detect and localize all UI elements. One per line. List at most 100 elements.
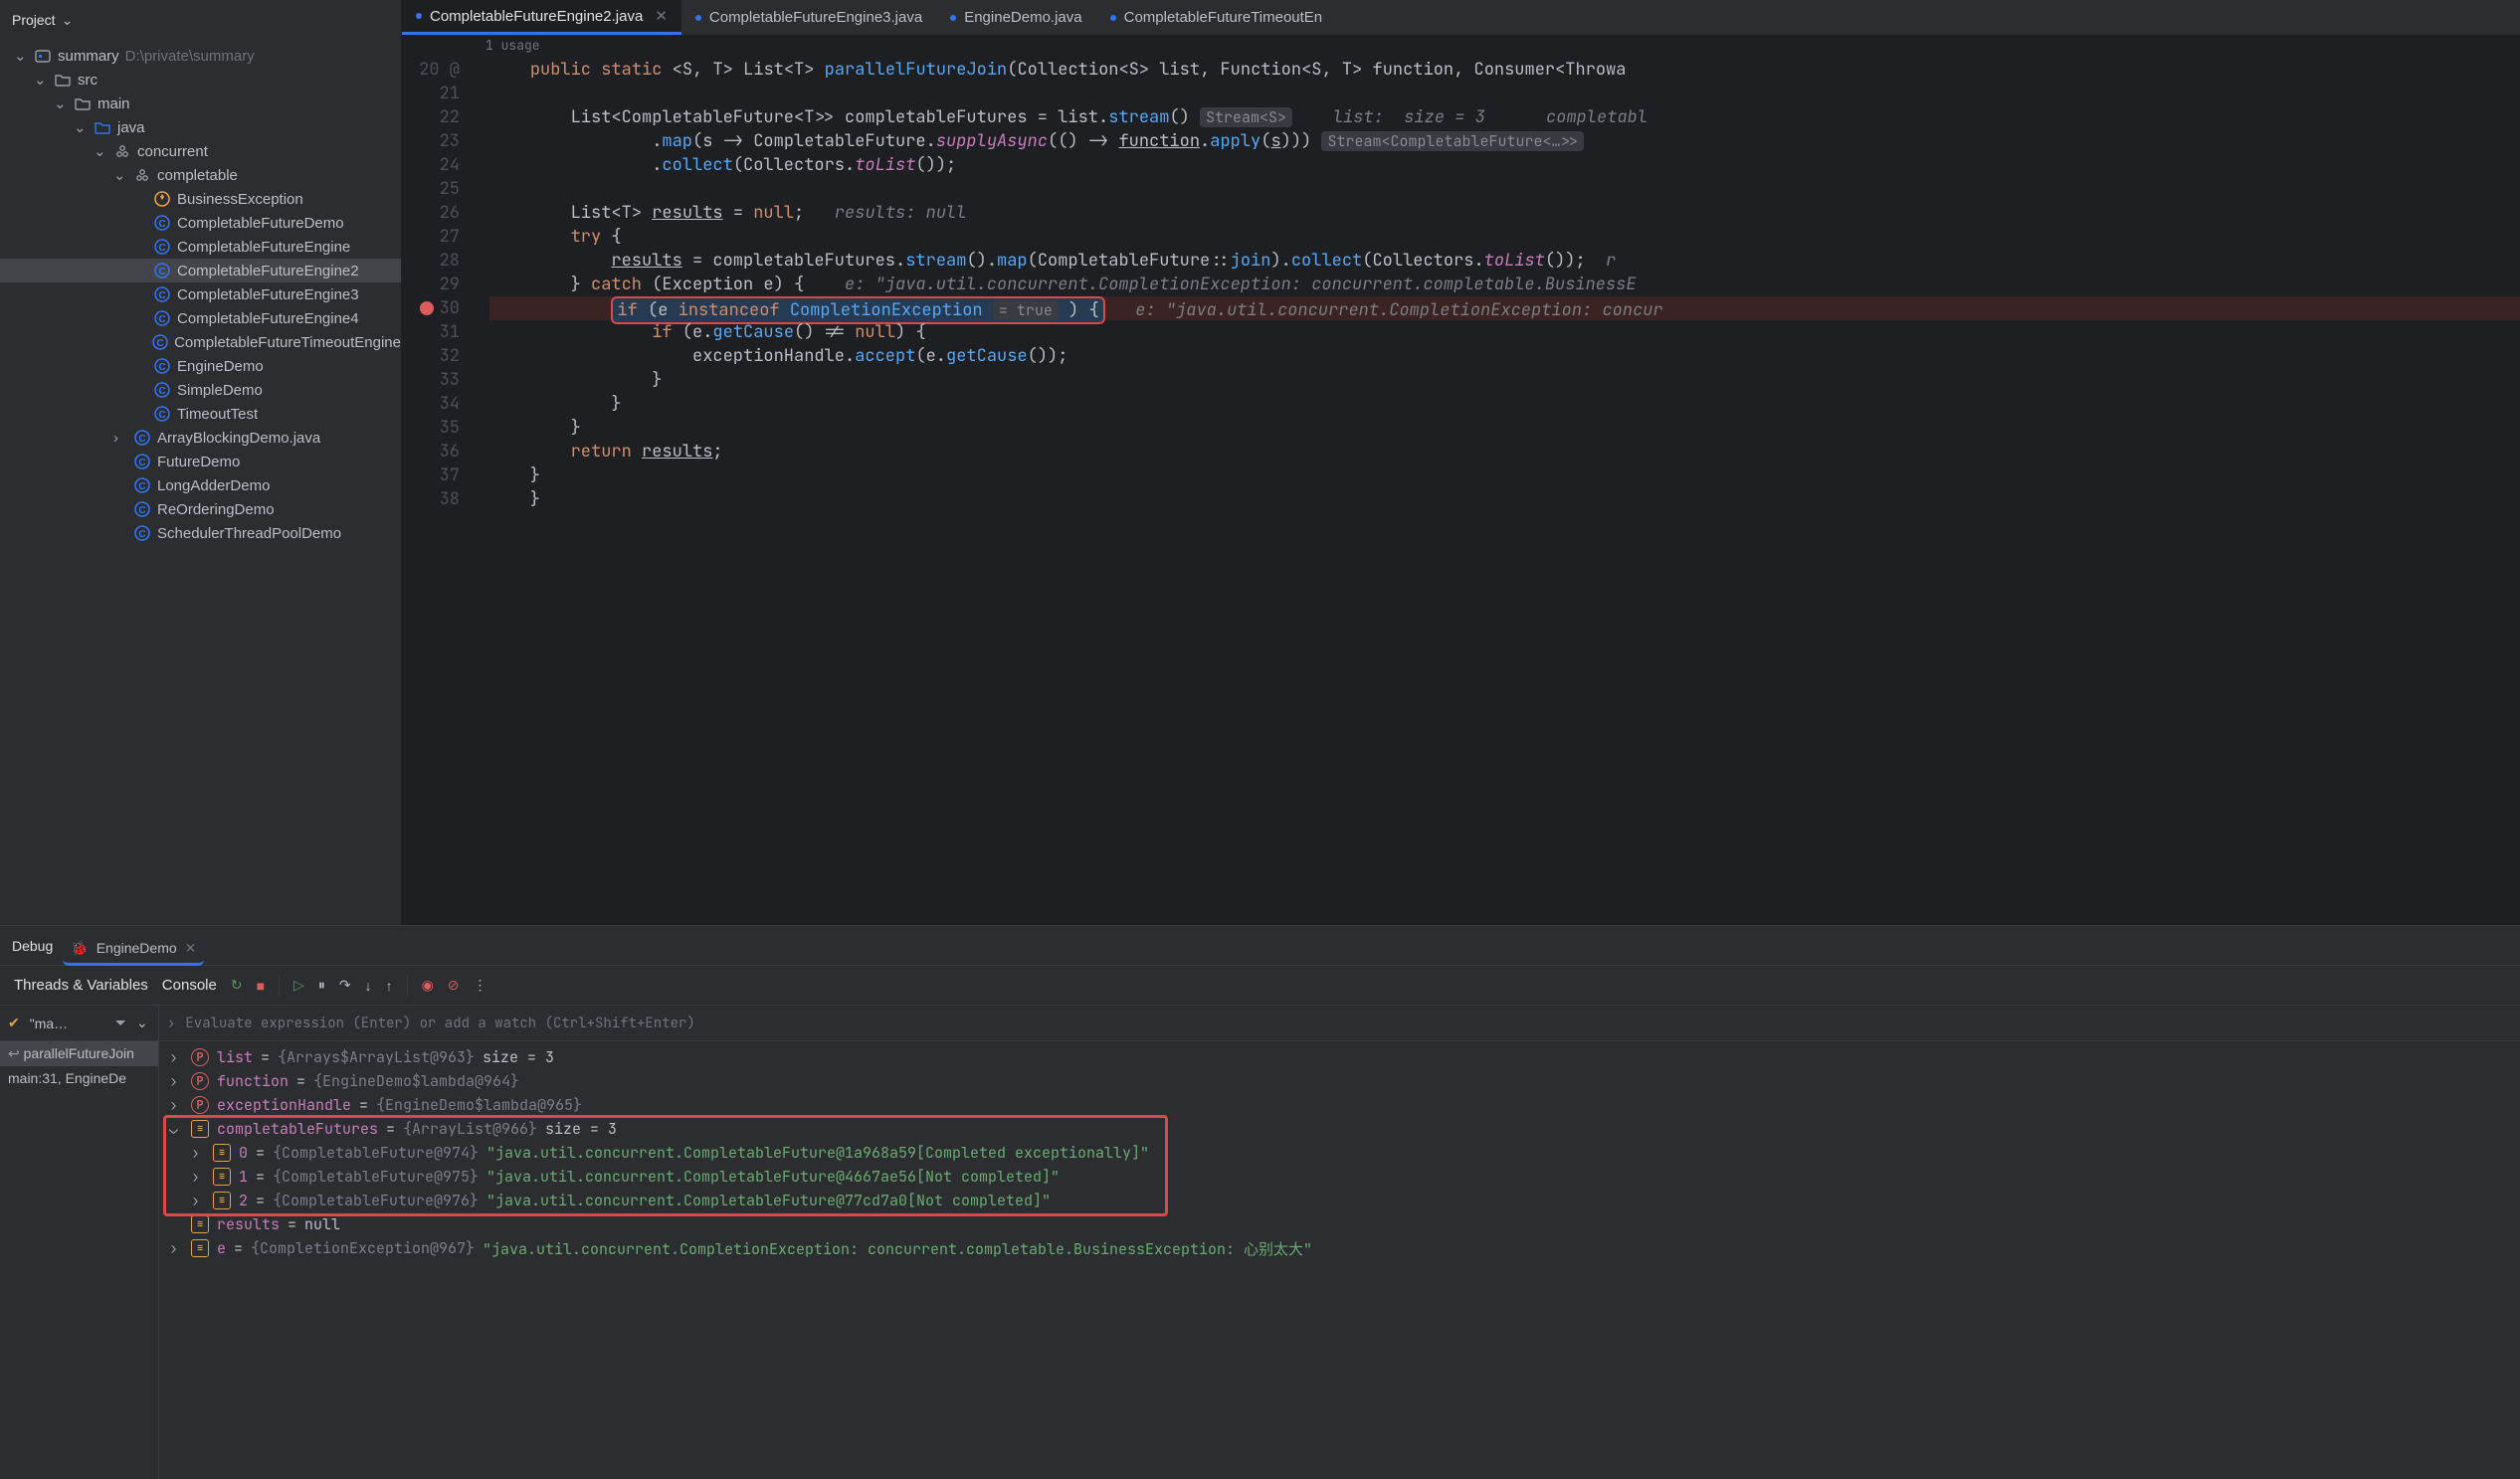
svg-text:C: C: [158, 219, 165, 230]
expand-icon[interactable]: ›: [167, 1015, 175, 1032]
view-breakpoints-icon[interactable]: ◉: [422, 977, 434, 994]
tree-item[interactable]: CCompletableFutureEngine: [0, 235, 401, 259]
editor-area: CompletableFutureEngine2.java✕Completabl…: [402, 0, 2520, 925]
tree-arrow-icon[interactable]: ›: [191, 1143, 205, 1163]
tree-item[interactable]: CCompletableFutureEngine4: [0, 306, 401, 330]
tree-item[interactable]: CSchedulerThreadPoolDemo: [0, 521, 401, 545]
step-into-icon[interactable]: ↓: [365, 978, 372, 994]
thread-name[interactable]: "ma…: [30, 1016, 68, 1031]
tree-item[interactable]: ⌄summary D:\private\summary: [0, 44, 401, 68]
tree-arrow-icon[interactable]: ⌄: [54, 94, 68, 112]
folder-icon: [54, 71, 72, 89]
tree-arrow-icon[interactable]: ›: [169, 1238, 183, 1258]
tree-item[interactable]: CCompletableFutureEngine3: [0, 282, 401, 306]
editor-tab[interactable]: EngineDemo.java: [936, 0, 1095, 35]
variables-tree[interactable]: ›P list = {Arrays$ArrayList@963} size = …: [159, 1041, 2520, 1479]
field-badge-icon: ≡: [191, 1215, 209, 1233]
interface-icon: [153, 190, 171, 208]
tree-item[interactable]: CSimpleDemo: [0, 378, 401, 402]
svg-text:C: C: [158, 243, 165, 254]
tree-item[interactable]: ⌄src: [0, 68, 401, 92]
tree-arrow-icon[interactable]: ⌄: [113, 166, 127, 184]
variable-type: {EngineDemo$lambda@964}: [313, 1071, 519, 1091]
tree-item[interactable]: ⌄java: [0, 115, 401, 139]
variable-row[interactable]: ⌄≡ completableFutures = {ArrayList@966} …: [159, 1117, 2520, 1141]
tab-threads-variables[interactable]: Threads & Variables: [14, 977, 148, 994]
project-header[interactable]: Project ⌄: [0, 0, 401, 40]
editor-tab[interactable]: CompletableFutureEngine3.java: [681, 0, 936, 35]
frame-row[interactable]: main:31, EngineDe: [0, 1066, 158, 1090]
variable-row[interactable]: ›≡ e = {CompletionException@967} "java.u…: [159, 1236, 2520, 1260]
variable-row[interactable]: ›P function = {EngineDemo$lambda@964}: [159, 1069, 2520, 1093]
module-icon: [34, 47, 52, 65]
close-icon[interactable]: ✕: [185, 940, 197, 957]
variable-type: {ArrayList@966}: [403, 1119, 537, 1139]
variable-row[interactable]: ›≡ 2 = {CompletableFuture@976} "java.uti…: [159, 1189, 2520, 1212]
tree-item[interactable]: BusinessException: [0, 187, 401, 211]
tree-item[interactable]: ›CArrayBlockingDemo.java: [0, 426, 401, 450]
tree-item-label: concurrent: [137, 143, 208, 160]
tree-item[interactable]: ⌄ concurrent: [0, 139, 401, 163]
step-out-icon[interactable]: ↑: [386, 978, 393, 994]
tree-item[interactable]: CCompletableFutureDemo: [0, 211, 401, 235]
editor-tab[interactable]: CompletableFutureTimeoutEn: [1096, 0, 1337, 35]
tab-label: EngineDemo.java: [964, 9, 1081, 26]
variable-value: "java.util.concurrent.CompletableFuture@…: [486, 1143, 1149, 1163]
variable-name: completableFutures: [217, 1119, 378, 1139]
project-label: Project: [12, 12, 56, 28]
editor-tab[interactable]: CompletableFutureEngine2.java✕: [402, 0, 681, 35]
mute-breakpoints-icon[interactable]: ⊘: [448, 977, 460, 994]
run-config-tab[interactable]: 🐞 EngineDemo ✕: [63, 938, 204, 966]
stop-icon[interactable]: ■: [257, 978, 265, 994]
tree-item[interactable]: ⌄ main: [0, 92, 401, 115]
tree-arrow-icon[interactable]: ›: [169, 1071, 183, 1091]
rerun-icon[interactable]: ↻: [231, 977, 243, 994]
breakpoint-icon[interactable]: [420, 301, 434, 315]
param-badge-icon: P: [191, 1072, 209, 1090]
tree-arrow-icon[interactable]: ›: [169, 1095, 183, 1115]
variable-row[interactable]: ›P list = {Arrays$ArrayList@963} size = …: [159, 1045, 2520, 1069]
editor-tab-bar: CompletableFutureEngine2.java✕Completabl…: [402, 0, 2520, 36]
tree-arrow-icon[interactable]: ⌄: [94, 142, 107, 160]
pause-icon[interactable]: ⏸: [318, 977, 325, 994]
project-tree[interactable]: ⌄summary D:\private\summary⌄src⌄main⌄jav…: [0, 40, 401, 925]
svg-text:C: C: [158, 386, 165, 397]
tree-arrow-icon[interactable]: ⌄: [14, 47, 28, 65]
tree-item-label: main: [97, 95, 130, 112]
tree-arrow-icon[interactable]: ⌄: [34, 71, 48, 89]
chevron-down-icon[interactable]: ⌄: [136, 1015, 150, 1031]
tree-arrow-icon[interactable]: ›: [169, 1047, 183, 1067]
variable-row[interactable]: ›≡ 0 = {CompletableFuture@974} "java.uti…: [159, 1141, 2520, 1165]
tree-item[interactable]: CCompletableFutureTimeoutEngine: [0, 330, 401, 354]
tree-arrow-icon[interactable]: ›: [113, 430, 127, 447]
more-icon[interactable]: ⋮: [474, 977, 487, 994]
tree-item[interactable]: CFutureDemo: [0, 450, 401, 473]
tree-arrow-icon[interactable]: ⌄: [74, 118, 88, 136]
evaluate-expression-input[interactable]: Evaluate expression (Enter) or add a wat…: [185, 1015, 694, 1032]
editor-code[interactable]: public static <S, T> List<T> parallelFut…: [480, 36, 2520, 925]
svg-text:C: C: [158, 267, 165, 277]
tree-arrow-icon[interactable]: ›: [191, 1167, 205, 1187]
frame-row[interactable]: ↩ parallelFutureJoin: [0, 1041, 158, 1066]
tree-item[interactable]: CEngineDemo: [0, 354, 401, 378]
variable-row[interactable]: ›P exceptionHandle = {EngineDemo$lambda@…: [159, 1093, 2520, 1117]
tree-item[interactable]: CTimeoutTest: [0, 402, 401, 426]
svg-text:C: C: [138, 458, 145, 468]
tab-console[interactable]: Console: [162, 977, 217, 994]
class-icon: C: [153, 214, 171, 232]
tree-item[interactable]: ⌄completable: [0, 163, 401, 187]
code-editor[interactable]: 1 usage20 @21222324252627282930313233343…: [402, 36, 2520, 925]
tree-item[interactable]: CCompletableFutureEngine2: [0, 259, 401, 282]
tree-arrow-icon[interactable]: ›: [191, 1191, 205, 1210]
tree-item[interactable]: CLongAdderDemo: [0, 473, 401, 497]
tree-arrow-icon[interactable]: ⌄: [169, 1119, 183, 1139]
close-icon[interactable]: ✕: [655, 7, 668, 25]
tree-item[interactable]: CReOrderingDemo: [0, 497, 401, 521]
resume-icon[interactable]: ▷: [293, 977, 304, 994]
filter-icon[interactable]: ⏷: [115, 1015, 126, 1031]
step-over-icon[interactable]: ↷: [339, 977, 351, 994]
variable-value: "java.util.concurrent.CompletableFuture@…: [486, 1167, 1060, 1187]
tree-item-label: ReOrderingDemo: [157, 501, 275, 518]
variable-row[interactable]: ≡ results = null: [159, 1212, 2520, 1236]
variable-row[interactable]: ›≡ 1 = {CompletableFuture@975} "java.uti…: [159, 1165, 2520, 1189]
